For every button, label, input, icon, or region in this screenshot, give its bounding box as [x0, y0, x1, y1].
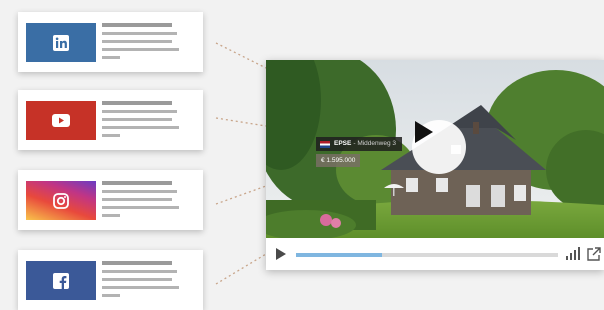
progress-fill	[296, 253, 383, 257]
facebook-card[interactable]	[18, 250, 203, 310]
linkedin-icon	[53, 34, 69, 51]
instagram-icon	[53, 192, 69, 209]
volume-icon[interactable]	[566, 247, 580, 260]
netherlands-flag-icon	[320, 140, 330, 148]
location-bold: EPSE	[334, 140, 352, 147]
linkedin-tile	[26, 23, 96, 62]
progress-bar[interactable]	[296, 253, 558, 257]
play-icon	[415, 121, 433, 143]
location-rest: - Middenweg 3	[353, 140, 396, 147]
facebook-tile	[26, 261, 96, 300]
play-control-icon[interactable]	[276, 248, 286, 260]
external-link-icon[interactable]	[587, 247, 601, 261]
location-badge: EPSE - Middenweg 3	[316, 137, 402, 151]
video-frame[interactable]: EPSE - Middenweg 3 € 1.595.000	[266, 60, 604, 238]
play-button-large[interactable]	[412, 120, 466, 174]
linkedin-text-placeholder	[102, 23, 182, 64]
youtube-tile	[26, 101, 96, 140]
facebook-icon	[53, 272, 69, 289]
instagram-card[interactable]	[18, 170, 203, 230]
instagram-tile	[26, 181, 96, 220]
youtube-text-placeholder	[102, 101, 182, 142]
price-badge: € 1.595.000	[316, 154, 361, 167]
youtube-card[interactable]	[18, 90, 203, 150]
facebook-text-placeholder	[102, 261, 182, 302]
linkedin-card[interactable]	[18, 12, 203, 72]
youtube-icon	[52, 114, 70, 127]
player-controls	[266, 238, 604, 270]
video-player[interactable]: EPSE - Middenweg 3 € 1.595.000	[266, 60, 604, 270]
instagram-text-placeholder	[102, 181, 182, 222]
